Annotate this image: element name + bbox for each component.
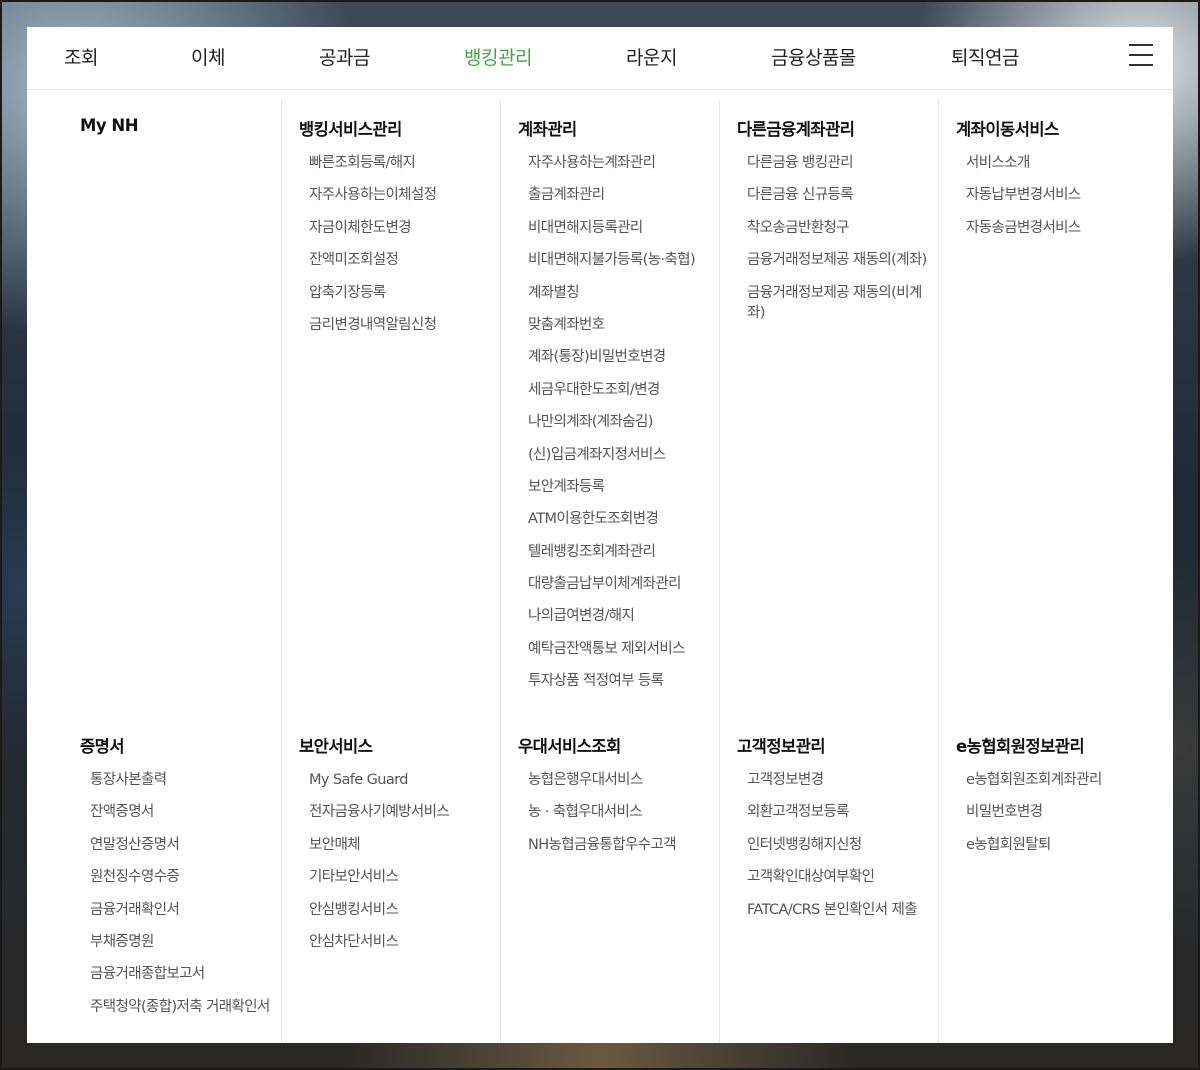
menu-link[interactable]: 출금계좌관리 (528, 185, 718, 205)
menu-link[interactable]: 압축기장등록 (309, 283, 499, 303)
menu-link[interactable]: 투자상품 적정여부 등록 (528, 671, 718, 691)
menu-link[interactable]: 자금이체한도변경 (309, 218, 499, 238)
menu-link[interactable]: 맞춤계좌번호 (528, 315, 718, 335)
hamburger-menu-icon[interactable] (1129, 44, 1153, 66)
menu-link[interactable]: 자동송금변경서비스 (966, 218, 1156, 238)
menu-column-account-transfer-service: 계좌이동서비스서비스소개자동납부변경서비스자동송금변경서비스 e농협회원정보관리 e… (938, 100, 1157, 1043)
menu-link[interactable]: 금리변경내역알림신청 (309, 315, 499, 335)
menu-link[interactable]: 잔액증명서 (90, 802, 280, 822)
menu-link[interactable]: 주택청약(종합)저축 거래확인서 (90, 997, 280, 1017)
menu-link[interactable]: 착오송금반환청구 (747, 218, 937, 238)
menu-link-list: e농협회원조회계좌관리비밀번호변경 e농협회원탈퇴 (966, 770, 1156, 867)
menu-link-list: 자주사용하는계좌관리출금계좌관리비대면해지등록관리비대면해지불가등록(농·축협)… (528, 153, 718, 704)
menu-link[interactable]: 농협은행우대서비스 (528, 770, 718, 790)
menu-column-account-management: 계좌관리자주사용하는계좌관리출금계좌관리비대면해지등록관리비대면해지불가등록(농… (500, 100, 719, 1043)
section-title-my-nh[interactable]: My NH (80, 116, 139, 135)
menu-link[interactable]: 나의급여변경/해지 (528, 606, 718, 626)
menu-link[interactable]: 계좌별칭 (528, 283, 718, 303)
menu-link[interactable]: 통장사본출력 (90, 770, 280, 790)
menu-link[interactable]: 금융거래확인서 (90, 900, 280, 920)
menu-link[interactable]: 농 · 축협우대서비스 (528, 802, 718, 822)
menu-link[interactable]: 자주사용하는이체설정 (309, 185, 499, 205)
menu-link-list: 농협은행우대서비스농 · 축협우대서비스 NH농협금융통합우수고객 (528, 770, 718, 867)
menu-link[interactable]: 고객확인대상여부확인 (747, 867, 937, 887)
menu-link[interactable]: 텔레뱅킹조회계좌관리 (528, 542, 718, 562)
menu-link[interactable]: 다른금융 신규등록 (747, 185, 937, 205)
section-title-account-transfer-service[interactable]: 계좌이동서비스 (956, 116, 1059, 140)
menu-link-list: 고객정보변경외환고객정보등록인터넷뱅킹해지신청고객확인대상여부확인 FATCA/C… (747, 770, 937, 932)
nav-item-financial-products[interactable]: 금융상품몰 (771, 43, 856, 70)
menu-link[interactable]: 원천징수영수증 (90, 867, 280, 887)
menu-link[interactable]: e농협회원조회계좌관리 (966, 770, 1156, 790)
menu-link[interactable]: 보안매체 (309, 835, 499, 855)
nav-item-retirement-pension[interactable]: 퇴직연금 (951, 43, 1019, 70)
menu-link-list: 다른금융 뱅킹관리다른금융 신규등록착오송금반환청구금융거래정보제공 재동의(계… (747, 153, 937, 335)
menu-link-list: My Safe Guard 전자금융사기예방서비스보안매체기타보안서비스안심뱅킹서… (309, 770, 499, 964)
section-title-preferential-service-inquiry[interactable]: 우대서비스조회 (518, 733, 621, 757)
nav-item-banking-management[interactable]: 뱅킹관리 (464, 43, 532, 70)
mega-menu-panel: 조회 이체 공과금 뱅킹관리 라운지 금융상품몰 퇴직연금 My NH 증명서통장… (27, 27, 1173, 1043)
menu-link-list: 서비스소개자동납부변경서비스자동송금변경서비스 (966, 153, 1156, 250)
top-navigation: 조회 이체 공과금 뱅킹관리 라운지 금융상품몰 퇴직연금 (27, 27, 1173, 90)
menu-link[interactable]: 빠른조회등록/해지 (309, 153, 499, 173)
menu-link[interactable]: 부채증명원 (90, 932, 280, 952)
menu-link[interactable]: 고객정보변경 (747, 770, 937, 790)
menu-link-list: 통장사본출력잔액증명서연말정산증명서원천징수영수증금융거래확인서부채증명원금융거… (90, 770, 280, 1029)
nav-item-transfer[interactable]: 이체 (191, 43, 225, 70)
nav-item-inquiry[interactable]: 조회 (64, 43, 98, 70)
menu-link[interactable]: e농협회원탈퇴 (966, 835, 1156, 855)
menu-link[interactable]: 예탁금잔액통보 제외서비스 (528, 639, 718, 659)
menu-column-other-financial-account-management: 다른금융계좌관리다른금융 뱅킹관리다른금융 신규등록착오송금반환청구금융거래정보… (719, 100, 938, 1043)
menu-link[interactable]: 인터넷뱅킹해지신청 (747, 835, 937, 855)
menu-link[interactable]: (신)입금계좌지정서비스 (528, 445, 718, 465)
menu-link[interactable]: 대량출금납부이체계좌관리 (528, 574, 718, 594)
menu-column-banking-service-management: 뱅킹서비스관리빠른조회등록/해지자주사용하는이체설정자금이체한도변경잔액미조회설… (281, 100, 500, 1043)
menu-link[interactable]: 나만의계좌(계좌숨김) (528, 412, 718, 432)
menu-link[interactable]: 서비스소개 (966, 153, 1156, 173)
menu-link[interactable]: 비밀번호변경 (966, 802, 1156, 822)
menu-link[interactable]: FATCA/CRS 본인확인서 제출 (747, 900, 937, 920)
section-title-customer-info-management[interactable]: 고객정보관리 (737, 733, 826, 757)
menu-column-my-nh: My NH 증명서통장사본출력잔액증명서연말정산증명서원천징수영수증금융거래확인서… (63, 100, 281, 1043)
section-title-security-service[interactable]: 보안서비스 (299, 733, 373, 757)
menu-link[interactable]: 계좌(통장)비밀번호변경 (528, 347, 718, 367)
menu-link[interactable]: NH농협금융통합우수고객 (528, 835, 718, 855)
menu-link[interactable]: 자주사용하는계좌관리 (528, 153, 718, 173)
menu-link[interactable]: 안심뱅킹서비스 (309, 900, 499, 920)
menu-link[interactable]: 기타보안서비스 (309, 867, 499, 887)
menu-link[interactable]: 세금우대한도조회/변경 (528, 380, 718, 400)
menu-link[interactable]: 비대면해지불가등록(농·축협) (528, 250, 718, 270)
menu-link[interactable]: 다른금융 뱅킹관리 (747, 153, 937, 173)
menu-link-list: 빠른조회등록/해지자주사용하는이체설정자금이체한도변경잔액미조회설정압축기장등록… (309, 153, 499, 347)
menu-link[interactable]: 금융거래정보제공 재동의(계좌) (747, 250, 937, 270)
section-title-banking-service-management[interactable]: 뱅킹서비스관리 (299, 116, 402, 140)
menu-link[interactable]: My Safe Guard (309, 770, 499, 790)
menu-link[interactable]: 잔액미조회설정 (309, 250, 499, 270)
menu-link[interactable]: ATM이용한도조회변경 (528, 509, 718, 529)
menu-link[interactable]: 금융거래정보제공 재동의(비계좌) (747, 283, 937, 323)
nav-item-lounge[interactable]: 라운지 (626, 43, 677, 70)
nav-item-utility-bills[interactable]: 공과금 (319, 43, 370, 70)
section-title-e-nonghyup-member-info-management[interactable]: e농협회원정보관리 (956, 733, 1085, 757)
menu-columns: My NH 증명서통장사본출력잔액증명서연말정산증명서원천징수영수증금융거래확인서… (27, 100, 1173, 1043)
menu-link[interactable]: 연말정산증명서 (90, 835, 280, 855)
menu-link[interactable]: 보안계좌등록 (528, 477, 718, 497)
section-title-account-management[interactable]: 계좌관리 (518, 116, 577, 140)
menu-link[interactable]: 전자금융사기예방서비스 (309, 802, 499, 822)
menu-link[interactable]: 금융거래종합보고서 (90, 964, 280, 984)
menu-link[interactable]: 비대면해지등록관리 (528, 218, 718, 238)
menu-link[interactable]: 자동납부변경서비스 (966, 185, 1156, 205)
section-title-certificates[interactable]: 증명서 (80, 733, 125, 757)
menu-link[interactable]: 안심차단서비스 (309, 932, 499, 952)
menu-link[interactable]: 외환고객정보등록 (747, 802, 937, 822)
section-title-other-financial-account-management[interactable]: 다른금융계좌관리 (737, 116, 855, 140)
